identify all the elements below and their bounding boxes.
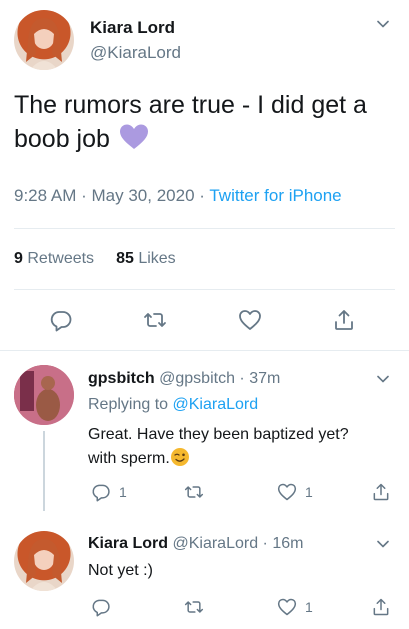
tweet-actions [0,300,409,340]
retweets-label: Retweets [27,250,95,267]
retweets-stat[interactable]: 9 Retweets [14,250,94,267]
share-icon [373,483,389,501]
reply-author-name[interactable]: gpsbitch [88,370,155,387]
tweet-source[interactable]: Twitter for iPhone [209,186,341,205]
reply-icon [50,311,72,332]
winking-face-icon [170,447,190,467]
retweet-icon [184,486,204,498]
tweet-meta: 9:28 AM · May 30, 2020 · Twitter for iPh… [14,186,342,206]
reply-text: Not yet :) [88,559,393,583]
retweet-button[interactable] [184,597,204,617]
reply-actions: 1 [88,597,393,621]
retweet-button[interactable] [143,308,167,332]
reply-button[interactable] [49,308,73,332]
like-button[interactable] [238,308,262,332]
avatar[interactable] [14,531,74,591]
share-icon [335,310,353,330]
like-button[interactable]: 1 [277,597,313,617]
tweet-date[interactable]: May 30, 2020 [92,186,195,205]
reply-button[interactable] [91,597,111,617]
tweet-text-content: The rumors are true - I did get a boob j… [14,91,367,153]
like-count: 1 [305,599,313,615]
author-handle[interactable]: @KiaraLord [90,43,181,63]
reply-author-handle[interactable]: @gpsbitch [159,370,235,387]
reply-tweet[interactable]: Kiara Lord @KiaraLord · 16m Not yet :) 1 [0,518,409,629]
reply-header: gpsbitch @gpsbitch · 37m [88,370,280,388]
chevron-down-icon[interactable] [375,371,391,387]
reply-actions: 1 1 [88,482,393,506]
share-button[interactable] [371,597,391,617]
reply-text-line2: with sperm. [88,447,393,471]
replying-mention[interactable]: @KiaraLord [173,396,259,413]
likes-stat[interactable]: 85 Likes [116,250,176,267]
replying-label: Replying to [88,396,169,413]
share-button[interactable] [332,308,356,332]
likes-label: Likes [138,250,176,267]
share-button[interactable] [371,482,391,502]
chevron-down-icon[interactable] [375,16,391,32]
likes-count: 85 [116,250,134,267]
retweet-icon [184,601,204,613]
avatar-photo [14,365,74,425]
author-name[interactable]: Kiara Lord [90,18,175,38]
reply-text: Great. Have they been baptized yet? with… [88,423,393,471]
reply-text-line: Not yet :) [88,562,153,579]
chevron-down-icon[interactable] [375,536,391,552]
reply-text-line: Great. Have they been baptized yet? [88,426,349,443]
share-icon [373,598,389,616]
like-button[interactable]: 1 [277,482,313,502]
retweet-button[interactable] [184,482,204,502]
retweet-icon [144,313,166,327]
meta-separator: · [81,186,87,205]
divider [14,228,395,229]
heart-icon [239,310,261,330]
replying-to: Replying to @KiaraLord [88,396,258,414]
thread-line [43,431,45,511]
reply-header: Kiara Lord @KiaraLord · 16m [88,535,303,553]
avatar-photo [26,539,62,591]
main-tweet-header: Kiara Lord @KiaraLord [14,10,395,70]
tweet-text: The rumors are true - I did get a boob j… [14,88,394,156]
reply-count: 1 [119,484,127,500]
reply-icon [92,599,110,617]
reply-author-name[interactable]: Kiara Lord [88,535,168,552]
retweets-count: 9 [14,250,23,267]
reply-icon [92,484,110,502]
reply-time[interactable]: 16m [272,535,303,552]
like-count: 1 [305,484,313,500]
header-separator: · [239,370,245,387]
reply-tweet[interactable]: gpsbitch @gpsbitch · 37m Replying to @Ki… [0,351,409,516]
avatar[interactable] [14,10,74,70]
reply-time[interactable]: 37m [249,370,280,387]
meta-separator: · [199,186,205,205]
avatar-photo [26,18,62,70]
avatar[interactable] [14,365,74,425]
purple-heart-icon [119,123,149,151]
header-separator: · [262,535,268,552]
reply-text-line: with sperm. [88,450,170,467]
divider [14,289,395,290]
heart-icon [277,483,297,501]
tweet-time[interactable]: 9:28 AM [14,186,76,205]
reply-button[interactable]: 1 [91,482,127,502]
tweet-stats: 9 Retweets 85 Likes [14,250,176,268]
reply-author-handle[interactable]: @KiaraLord [172,535,258,552]
heart-icon [277,598,297,616]
